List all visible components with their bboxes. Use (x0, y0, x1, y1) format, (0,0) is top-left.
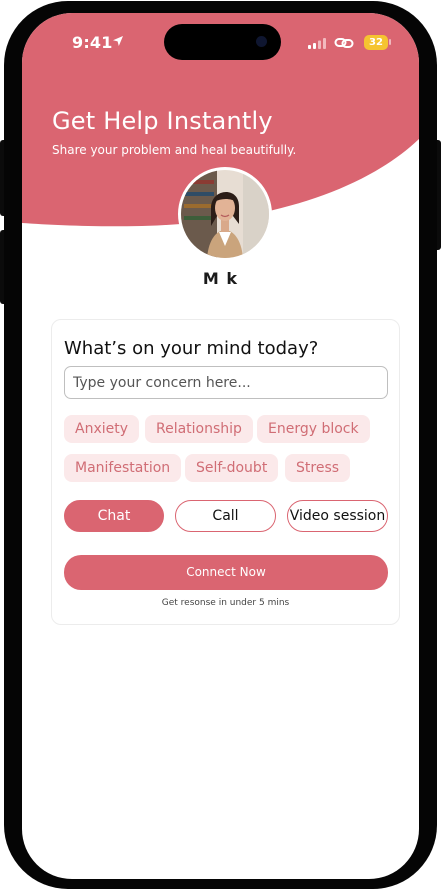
mode-video-session-button[interactable]: Video session (287, 500, 388, 532)
chip-relationship[interactable]: Relationship (145, 415, 253, 443)
concern-input[interactable] (64, 366, 388, 399)
battery-level: 32 (369, 37, 383, 48)
app-screen: 9:41 32 Get Help Instantly Share your pr… (22, 13, 419, 879)
battery-cap (389, 39, 391, 45)
cellular-signal-icon (308, 38, 326, 49)
front-camera-icon (256, 36, 267, 47)
chip-self-doubt[interactable]: Self-doubt (185, 454, 279, 482)
response-time-note: Get resonse in under 5 mins (161, 598, 290, 608)
chip-anxiety[interactable]: Anxiety (64, 415, 140, 443)
phone-frame: 9:41 32 Get Help Instantly Share your pr… (4, 1, 437, 889)
link-icon (334, 38, 354, 48)
chip-stress[interactable]: Stress (285, 454, 351, 482)
connect-now-button[interactable]: Connect Now (64, 555, 388, 590)
avatar-photo (181, 170, 269, 258)
page-title: Get Help Instantly (52, 107, 273, 135)
location-arrow-icon (113, 36, 123, 46)
concern-card: What’s on your mind today? Anxiety Relat… (51, 319, 400, 625)
mode-call-button[interactable]: Call (175, 500, 276, 532)
battery-icon: 32 (364, 35, 388, 50)
status-time: 9:41 (72, 33, 113, 52)
card-title: What’s on your mind today? (64, 338, 319, 359)
user-name: M k (202, 269, 239, 288)
page-subtitle: Share your problem and heal beautifully. (52, 143, 297, 157)
chip-energy-block[interactable]: Energy block (257, 415, 370, 443)
avatar[interactable] (178, 167, 272, 261)
chip-manifestation[interactable]: Manifestation (64, 454, 182, 482)
dynamic-island (164, 24, 281, 60)
mode-chat-button[interactable]: Chat (64, 500, 164, 532)
